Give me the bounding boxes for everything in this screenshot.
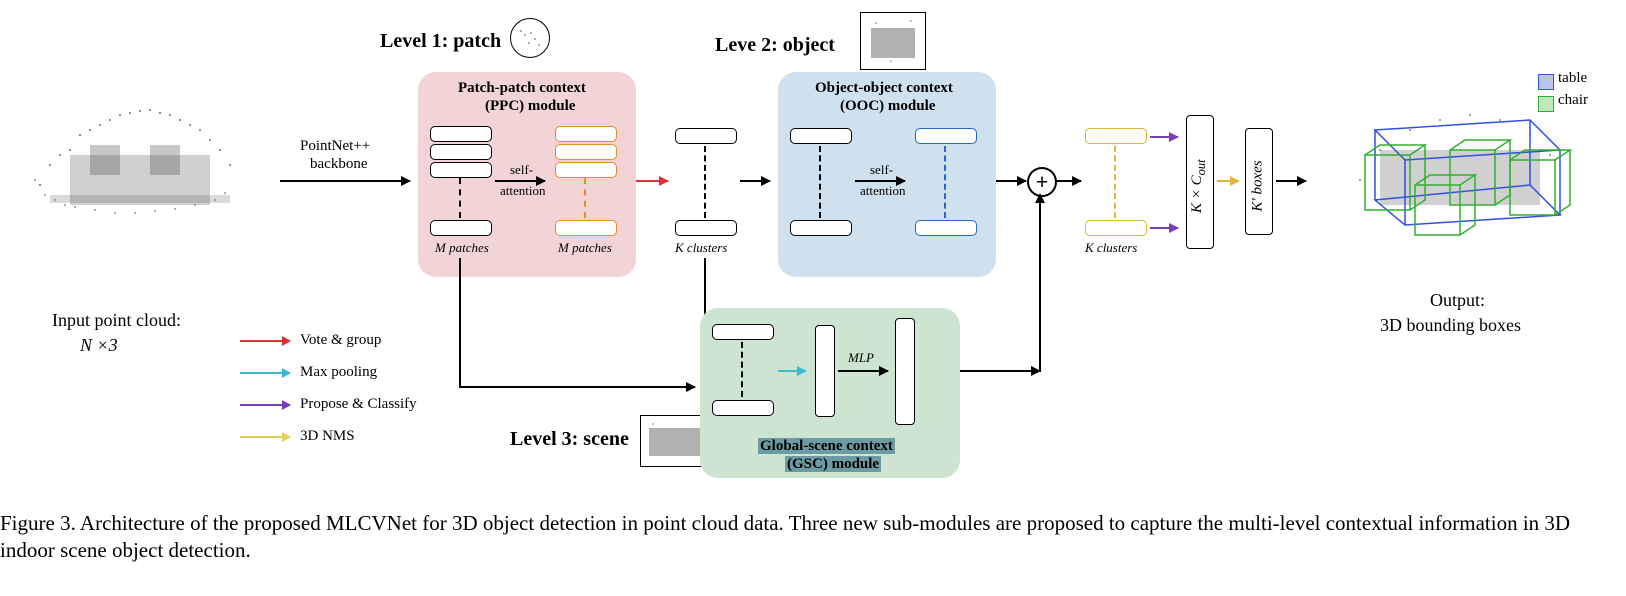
ooc-dash-blue: [944, 146, 946, 218]
chair-legend-swatch-icon: [1538, 96, 1554, 112]
ooc-selfattn-arrow-icon: [855, 180, 905, 182]
patch-sample-icon: [510, 18, 550, 58]
legend-nms-label: 3D NMS: [300, 428, 355, 445]
ooc-title-1: Object-object context: [815, 80, 953, 97]
kclusters-yellow-label: K clusters: [1085, 240, 1137, 256]
ppc-selfattn-label-1: self-: [510, 162, 533, 178]
ooc-dash: [819, 146, 821, 218]
kclusters-bar: [675, 128, 737, 144]
kprime-label: K' boxes: [1250, 152, 1267, 212]
ooc-bar: [790, 220, 852, 236]
ppc-dash: [459, 178, 461, 218]
plus-to-kclusters-arrow-icon: [1056, 180, 1081, 182]
propose-arrow-1-icon: [1150, 136, 1178, 138]
level1-title: Level 1: patch: [380, 30, 501, 53]
ppc-title-1: Patch-patch context: [458, 80, 586, 97]
gsc-dash: [741, 342, 743, 397]
ooc-title-2: (OOC) module: [840, 98, 935, 115]
level2-title: Leve 2: object: [715, 34, 835, 57]
kclusters-bar: [675, 220, 737, 236]
legend-nms-arrow-icon: [240, 436, 290, 438]
kclusters-dash: [704, 146, 706, 218]
table-legend-label: table: [1558, 70, 1587, 87]
propose-arrow-2-icon: [1150, 227, 1178, 229]
gsc-to-plus-vline: [1039, 200, 1041, 372]
ppc-title-2: (PPC) module: [485, 98, 575, 115]
ppc-to-gsc-arrow-icon: [459, 386, 695, 388]
ppc-bar: [430, 144, 492, 160]
ppc-bar: [430, 162, 492, 178]
ooc-bar-blue: [915, 128, 977, 144]
chair-legend-label: chair: [1558, 92, 1588, 109]
kclusters-label: K clusters: [675, 240, 727, 256]
gsc-title-1: Global-scene context: [758, 438, 895, 455]
figure-caption: Figure 3. Architecture of the proposed M…: [0, 510, 1600, 565]
legend-propose-arrow-icon: [240, 404, 290, 406]
ppc-m-label-2: M patches: [558, 240, 612, 256]
gsc-bar: [712, 324, 774, 340]
nms-arrow-icon: [1217, 180, 1239, 182]
to-output-arrow-icon: [1276, 180, 1306, 182]
ppc-m-label-1: M patches: [435, 240, 489, 256]
ooc-to-plus-arrow-icon: [996, 180, 1026, 182]
add-fusion-icon: [1027, 167, 1057, 197]
ppc-dash-orange: [584, 178, 586, 218]
legend-maxpool-label: Max pooling: [300, 364, 377, 381]
gsc-bar: [712, 400, 774, 416]
gsc-tallbox-1: [815, 325, 835, 417]
ppc-bar-orange: [555, 162, 617, 178]
input-label-2: N ×3: [80, 335, 118, 356]
kclusters-yellow-bar: [1085, 220, 1147, 236]
table-legend-swatch-icon: [1538, 74, 1554, 90]
architecture-diagram: Input point cloud: N ×3 Vote & group Max…: [10, 10, 1616, 510]
ppc-bar-orange: [555, 144, 617, 160]
output-pointcloud-icon: [1320, 60, 1600, 260]
object-sample-icon: [860, 12, 926, 70]
gsc-mlp-label: MLP: [848, 350, 874, 366]
vote-group-arrow-icon: [636, 180, 668, 182]
ooc-selfattn-label-2: attention: [860, 183, 906, 199]
gsc-to-plus-hline: [960, 370, 1040, 372]
ppc-to-gsc-line: [459, 258, 461, 388]
gsc-tallbox-2: [895, 318, 915, 425]
ooc-selfattn-label-1: self-: [870, 162, 893, 178]
ppc-bar-orange: [555, 220, 617, 236]
backbone-label-1: PointNet++: [300, 138, 370, 155]
legend-vote-label: Vote & group: [300, 332, 381, 349]
ppc-selfattn-label-2: attention: [500, 183, 546, 199]
kclusters-to-ooc-arrow-icon: [740, 180, 770, 182]
ppc-bar-orange: [555, 126, 617, 142]
legend-maxpool-arrow-icon: [240, 372, 290, 374]
output-label-1: Output:: [1430, 290, 1485, 311]
level3-title: Level 3: scene: [510, 428, 629, 451]
backbone-label-2: backbone: [310, 156, 367, 173]
ppc-bar: [430, 126, 492, 142]
ooc-bar: [790, 128, 852, 144]
gsc-maxpool-arrow-icon: [778, 370, 806, 372]
output-label-2: 3D bounding boxes: [1380, 315, 1521, 336]
ooc-bar-blue: [915, 220, 977, 236]
ppc-selfattn-arrow-icon: [495, 180, 545, 182]
kclusters-yellow-dash: [1114, 146, 1116, 218]
legend-propose-label: Propose & Classify: [300, 396, 417, 413]
legend-vote-arrow-icon: [240, 340, 290, 342]
input-label-1: Input point cloud:: [52, 310, 181, 331]
backbone-arrow-icon: [280, 180, 410, 182]
input-pointcloud-icon: [10, 65, 270, 245]
gsc-mlp-arrow-icon: [838, 370, 888, 372]
gsc-title-2: (GSC) module: [785, 456, 881, 473]
k-cout-label: K × Cout: [1189, 153, 1209, 213]
kclusters-yellow-bar: [1085, 128, 1147, 144]
ppc-bar: [430, 220, 492, 236]
